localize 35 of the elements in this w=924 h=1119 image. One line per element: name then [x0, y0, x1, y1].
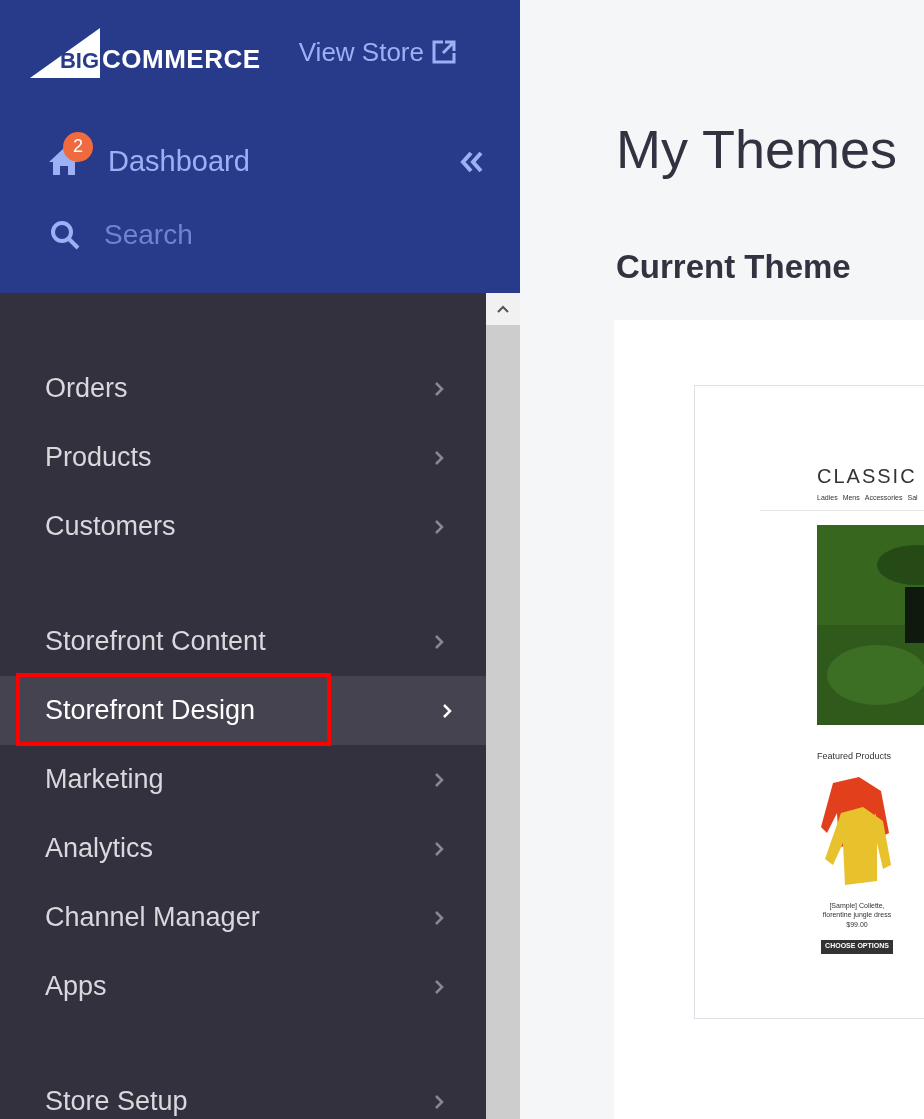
sidebar-item[interactable]: Storefront Content: [0, 607, 486, 676]
chevron-right-icon: [434, 1093, 444, 1110]
sidebar-item[interactable]: Marketing: [0, 745, 486, 814]
chevron-right-icon: [434, 518, 444, 535]
search-field[interactable]: Search: [104, 213, 404, 256]
chevron-right-icon: [434, 449, 444, 466]
chevron-right-icon: [434, 840, 444, 857]
collapse-icon[interactable]: [460, 150, 484, 173]
sidebar-item[interactable]: Analytics: [0, 814, 486, 883]
chevron-right-icon: [434, 771, 444, 788]
section-heading: Current Theme: [616, 250, 852, 283]
caret-icon: [497, 305, 509, 313]
chevron-right-icon: [434, 909, 444, 926]
store-name: CLASSIC: [817, 466, 918, 486]
chevron-right-icon: [434, 380, 444, 397]
view-store-link[interactable]: View Store: [298, 32, 456, 72]
external-link-icon: [432, 40, 456, 64]
chevron-right-icon: [442, 702, 452, 719]
logo-icon: [30, 26, 100, 78]
scroll-up-button[interactable]: [486, 293, 520, 325]
notification-badge: 2: [63, 131, 93, 162]
logo-mark: BIG: [59, 50, 99, 72]
chevron-right-icon: [434, 978, 444, 995]
logo-text: COMMERCE: [102, 46, 261, 72]
dashboard-link[interactable]: Dashboard: [108, 140, 250, 184]
sidebar-item[interactable]: Apps: [0, 952, 486, 1021]
sidebar-item[interactable]: Store Setup: [0, 1067, 486, 1119]
sidebar-item[interactable]: Customers: [0, 492, 486, 561]
sidebar-item[interactable]: Storefront Design: [0, 676, 486, 745]
sidebar-item[interactable]: Channel Manager: [0, 883, 486, 952]
chevron-right-icon: [434, 633, 444, 650]
sidebar-item[interactable]: Products: [0, 423, 486, 492]
featured-heading: Featured Products: [817, 749, 893, 763]
search-icon: [50, 219, 80, 250]
sidebar-item[interactable]: Orders: [0, 354, 486, 423]
